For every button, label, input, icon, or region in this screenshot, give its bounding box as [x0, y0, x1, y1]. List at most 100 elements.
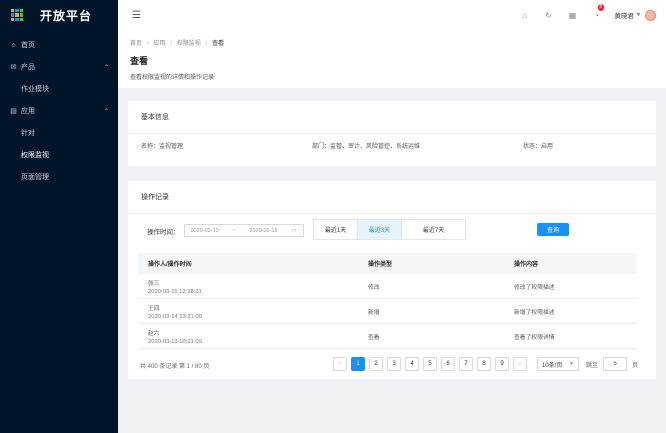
breadcrumb-current: 查看 [212, 41, 225, 47]
page-button[interactable]: 4 [405, 357, 419, 371]
jump-page-input[interactable] [603, 357, 628, 371]
time-filter-label: 操作时间： [147, 228, 180, 236]
page-button[interactable]: 7 [459, 357, 473, 371]
segment-1-day[interactable]: 最近1天 [314, 220, 358, 239]
notification-badge: 8 [597, 3, 605, 11]
pagination: 共 400 条记录 第 1 / 80 页 ‹ 1 2 3 4 5 6 7 8 9… [128, 357, 656, 373]
sidebar-item-label: 产品 [21, 64, 35, 71]
prev-page-icon[interactable]: ‹ [333, 357, 347, 371]
column-header: 操作类型 [368, 262, 393, 268]
page-button[interactable]: 8 [477, 357, 491, 371]
row-time: 2020-03-13 10:21:09 [148, 338, 202, 345]
sidebar-item-application[interactable]: ▤ 应用 ⌃ [0, 100, 118, 122]
records-table: 操作人/操作时间 操作类型 操作内容 张三 2020-03-15 12:28:21… [138, 253, 637, 349]
sidebar-item-label: 权限监视 [21, 152, 49, 159]
mail-icon: ✉ [10, 64, 17, 71]
table-row: 王四 2020-03-14 13:21:00 新增 新增了权限描述 [138, 299, 637, 324]
sidebar-item-label: 针对 [21, 130, 35, 137]
page-header: 首页 / 应用 / 权限监视 / 查看 查看 查看权限监视的详情和操作记录 [118, 30, 666, 88]
date-separator: ~ [232, 227, 236, 234]
query-button[interactable]: 查询 [537, 223, 569, 236]
quick-range-segment: 最近1天 最近3天 最近7天 [313, 219, 466, 240]
column-header: 操作内容 [514, 262, 539, 268]
row-content: 查看了权限详情 [514, 334, 555, 341]
sidebar-item-home[interactable]: ⌂ 首页 [0, 34, 118, 56]
grid-logo-icon [11, 9, 23, 21]
chevron-up-icon: ⌃ [103, 108, 109, 115]
app-title: 开放平台 [40, 8, 93, 23]
time-filter: 操作时间： 2020-02-10 ~ 2020-02-15 ▭ [147, 224, 304, 237]
username[interactable]: 黄晓君 [615, 10, 635, 20]
page-button[interactable]: 5 [423, 357, 437, 371]
page-button[interactable]: 2 [369, 357, 383, 371]
row-type: 查看 [368, 334, 380, 341]
page-jumper: 跳至 页 [586, 357, 638, 371]
row-time: 2020-03-14 13:21:00 [148, 313, 202, 320]
row-type: 新增 [368, 309, 380, 316]
table-row: 张三 2020-03-15 12:28:21 修改 修改了权限描述 [138, 274, 637, 299]
sidebar-item-permission-monitor[interactable]: 权限监视 [0, 144, 118, 166]
row-type: 修改 [368, 284, 380, 291]
row-content: 新增了权限描述 [514, 309, 555, 316]
row-user: 王四 [148, 305, 160, 312]
row-time: 2020-03-15 12:28:21 [148, 288, 202, 295]
sidebar-menu: ⌂ 首页 ✉ 产品 ⌃ 作业模块 ▤ 应用 ⌃ 针对 权限监视 页面管理 [0, 34, 118, 188]
topbar-actions: ⌂ ↻ ▦ ◔ 8 黄晓君 ▼ [513, 3, 656, 21]
bell-icon[interactable]: ◔ 8 [585, 3, 609, 20]
jump-suffix: 页 [632, 362, 639, 369]
page-size-value: 10条/页 [542, 362, 563, 369]
topbar: ☰ ⌂ ↻ ▦ ◔ 8 黄晓君 ▼ [118, 0, 666, 30]
info-status: 状态：启用 [523, 144, 554, 150]
jump-label: 跳至 [586, 362, 599, 369]
apps-icon[interactable]: ▦ [561, 11, 585, 20]
table-row: 赵六 2020-03-13 10:21:09 查看 查看了权限详情 [138, 324, 637, 349]
pagination-total: 共 400 条记录 第 1 / 80 页 [140, 364, 210, 370]
logo[interactable]: 开放平台 [0, 0, 118, 30]
sidebar-item-product[interactable]: ✉ 产品 ⌃ [0, 56, 118, 78]
next-page-icon[interactable]: › [513, 357, 527, 371]
page-title: 查看 [130, 56, 149, 66]
page-button[interactable]: 1 [351, 357, 365, 371]
info-name: 名称：监视管理 [141, 144, 184, 150]
segment-3-days[interactable]: 最近3天 [358, 220, 402, 239]
page-size-select[interactable]: 10条/页 ▼ [537, 357, 579, 371]
file-icon: ▤ [10, 108, 17, 115]
sidebar-item-job-module[interactable]: 作业模块 [0, 78, 118, 100]
home-icon: ⌂ [11, 41, 16, 49]
row-user: 赵六 [148, 330, 160, 337]
chevron-down-icon[interactable]: ▼ [636, 12, 641, 18]
date-end: 2020-02-15 [249, 227, 278, 234]
basic-info-card: 基本信息 名称：监视管理 部门：监管、审计、风险管控、系统运维 状态：启用 [128, 101, 656, 166]
info-dept: 部门：监管、审计、风险管控、系统运维 [312, 144, 421, 150]
sidebar-item-target[interactable]: 针对 [0, 122, 118, 144]
sidebar-item-page-management[interactable]: 页面管理 [0, 166, 118, 188]
page-description: 查看权限监视的详情和操作记录 [130, 75, 215, 81]
sidebar-item-label: 首页 [21, 42, 35, 49]
home-icon[interactable]: ⌂ [513, 11, 537, 20]
chevron-down-icon: ▼ [569, 361, 574, 367]
sidebar: 开放平台 ⌂ 首页 ✉ 产品 ⌃ 作业模块 ▤ 应用 ⌃ 针对 权限监视 页面管… [0, 0, 118, 433]
date-range-picker[interactable]: 2020-02-10 ~ 2020-02-15 ▭ [183, 224, 304, 237]
page-button[interactable]: 9 [495, 357, 509, 371]
sidebar-item-label: 页面管理 [21, 174, 49, 181]
card-title: 操作记录 [128, 181, 656, 214]
calendar-icon: ▭ [291, 227, 297, 234]
chevron-up-icon: ⌃ [103, 64, 109, 71]
date-start: 2020-02-10 [190, 227, 219, 234]
page-button[interactable]: 3 [387, 357, 401, 371]
sidebar-item-label: 应用 [21, 108, 35, 115]
card-title: 基本信息 [128, 101, 656, 134]
segment-7-days[interactable]: 最近7天 [402, 220, 465, 239]
breadcrumb-item[interactable]: 首页 [130, 41, 142, 47]
page-button[interactable]: 6 [441, 357, 455, 371]
breadcrumb-item[interactable]: 权限监视 [177, 41, 201, 47]
avatar[interactable] [645, 9, 656, 21]
row-user: 张三 [148, 280, 160, 287]
refresh-icon[interactable]: ↻ [537, 11, 561, 20]
breadcrumb-item[interactable]: 应用 [153, 41, 165, 47]
table-header: 操作人/操作时间 操作类型 操作内容 [138, 253, 637, 274]
menu-toggle-icon[interactable]: ☰ [132, 10, 141, 21]
breadcrumb: 首页 / 应用 / 权限监视 / 查看 [130, 41, 225, 47]
column-header: 操作人/操作时间 [148, 262, 192, 268]
row-content: 修改了权限描述 [514, 284, 555, 291]
